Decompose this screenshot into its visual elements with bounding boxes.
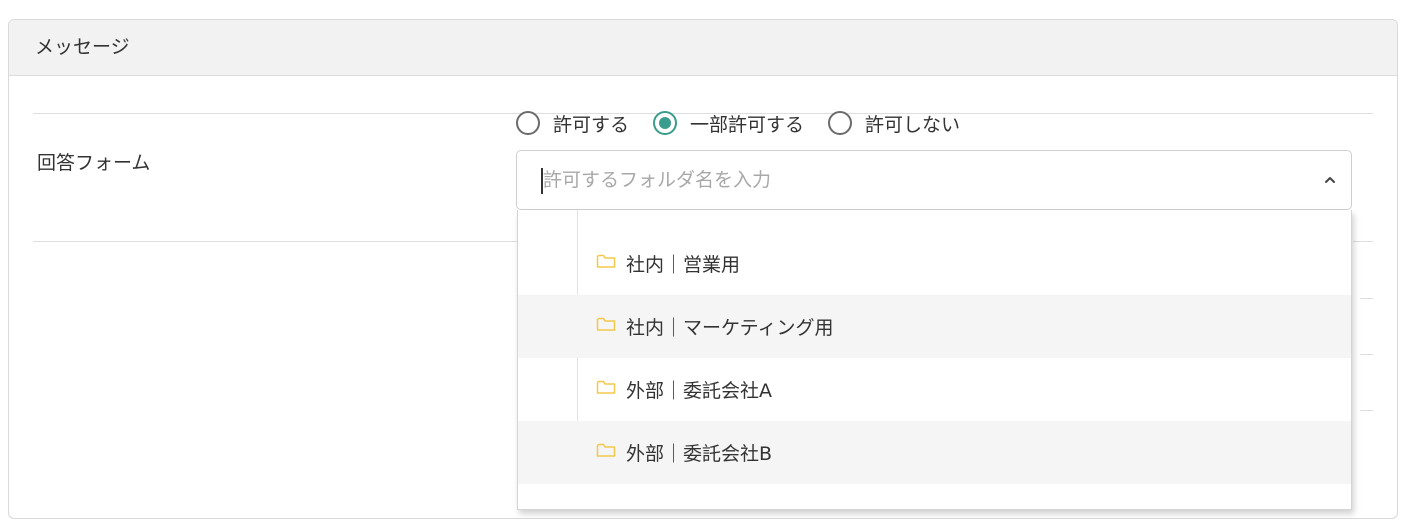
- chevron-up-icon[interactable]: [1323, 173, 1337, 187]
- folder-option-label: 社内｜営業用: [626, 254, 741, 276]
- radio-deny[interactable]: 許可しない: [828, 110, 960, 137]
- divider-row-stub-5: [1360, 354, 1373, 355]
- radio-partial-allow-circle[interactable]: [653, 111, 678, 135]
- folder-option-sales[interactable]: 社内｜営業用: [518, 232, 1351, 295]
- panel-title: メッセージ: [9, 20, 1397, 76]
- divider-row-stub-4: [1360, 298, 1373, 299]
- folder-icon: [596, 254, 616, 268]
- folder-option-label: 外部｜委託会社B: [626, 443, 773, 465]
- folder-icon: [596, 443, 616, 457]
- radio-partial-allow[interactable]: 一部許可する: [653, 110, 804, 137]
- radio-allow[interactable]: 許可する: [516, 110, 629, 137]
- folder-option-marketing[interactable]: 社内｜マーケティング用: [518, 295, 1351, 358]
- radio-deny-label: 許可しない: [865, 113, 961, 136]
- folder-option-label: 社内｜マーケティング用: [626, 317, 834, 339]
- divider-row-stub-6: [1360, 410, 1373, 411]
- folder-icon: [596, 317, 616, 331]
- radio-deny-circle[interactable]: [828, 111, 853, 135]
- folder-option-contractor-a[interactable]: 外部｜委託会社A: [518, 358, 1351, 421]
- folder-option-contractor-b[interactable]: 外部｜委託会社B: [518, 421, 1351, 484]
- permission-radio-group: 許可する 一部許可する 許可しない: [516, 109, 984, 137]
- folder-dropdown-list: 社内｜営業用 社内｜マーケティング用 外部｜委託会社A 外部｜委託会社B: [517, 210, 1352, 510]
- divider-bottom-right: [1353, 241, 1373, 242]
- radio-partial-allow-label: 一部許可する: [690, 113, 805, 136]
- radio-allow-label: 許可する: [553, 113, 630, 136]
- folder-icon: [596, 380, 616, 394]
- divider-bottom: [33, 241, 517, 242]
- radio-allow-circle[interactable]: [516, 111, 540, 135]
- folder-select[interactable]: [516, 150, 1352, 210]
- folder-option-label: 外部｜委託会社A: [626, 380, 772, 402]
- folder-search-input[interactable]: [543, 151, 1303, 209]
- answer-form-label: 回答フォーム: [37, 152, 151, 174]
